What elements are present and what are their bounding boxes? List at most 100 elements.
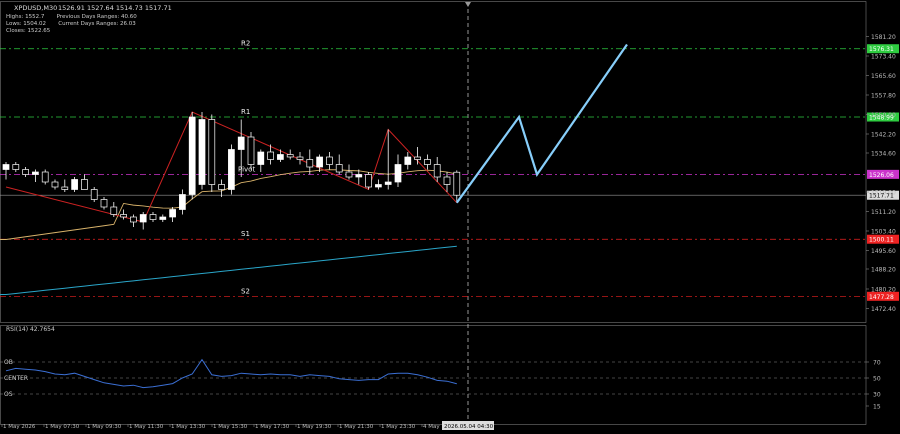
candle-body <box>316 156 323 168</box>
level-name-s2: S2 <box>241 287 250 295</box>
price-tick-label: 1534.60 <box>871 151 896 158</box>
candle-body <box>443 176 451 185</box>
candle-body <box>71 179 78 190</box>
level-price-label-s2: 1477.28 <box>869 294 894 301</box>
level-name-r1: R1 <box>241 108 250 116</box>
time-tick-label: 1 May 19:30 <box>297 424 332 430</box>
candle-body <box>41 171 49 183</box>
rsi-level-label-os: OS <box>4 391 13 398</box>
rsi-tick-label: 15 <box>873 404 881 411</box>
price-tick-label: 1581.20 <box>871 34 896 41</box>
candle-body <box>277 154 284 160</box>
time-tick-label: 1 May 2026 <box>3 424 36 430</box>
time-tick-label: 1 May 11:30 <box>129 424 164 430</box>
level-price-label-s1: 1500.11 <box>869 237 894 244</box>
chart-canvas[interactable]: R2R1PivotS1S2 1576.311548.991526.061500.… <box>0 0 900 434</box>
current-time-marker <box>465 2 471 7</box>
level-price-label-pivot: 1526.06 <box>869 172 894 179</box>
candle-body <box>110 206 118 215</box>
rsi-tick-label: 30 <box>873 392 881 399</box>
price-tick-label: 1542.20 <box>871 132 896 139</box>
candle-body <box>345 171 353 178</box>
time-tick-label: 1 May 13:30 <box>171 424 206 430</box>
candle-body <box>424 159 431 165</box>
candle-body <box>81 179 88 190</box>
candle-body <box>326 156 333 165</box>
rsi-panel: OB CENTER OS 70 50 30 15 <box>0 358 881 411</box>
time-tick-label: 1 May 17:30 <box>255 424 290 430</box>
candle-body <box>414 156 421 160</box>
rsi-level-label-ob: OB <box>4 359 13 366</box>
price-tick-label: 1550.00 <box>871 112 896 119</box>
candle-body <box>12 164 20 170</box>
candle-body <box>247 136 255 165</box>
candle-body <box>218 184 225 190</box>
rsi-plot-frame <box>0 325 867 425</box>
candle-body <box>159 216 167 220</box>
candle-body <box>130 216 137 223</box>
price-tick-label: 1519.00 <box>871 190 896 197</box>
forecast-projection-line <box>455 43 628 204</box>
time-axis: 1 May 2026 1 May 07:30 1 May 09:30 1 May 11… <box>1 421 494 430</box>
candle-body <box>335 164 343 173</box>
candle-body <box>433 164 441 178</box>
current-time-label: 2026.05.04 04:30 <box>444 424 494 430</box>
time-tick-label: 1 May 09:30 <box>87 424 122 430</box>
time-tick-label: 1 May 07:30 <box>45 424 80 430</box>
price-tick-label: 1495.60 <box>871 248 896 255</box>
time-tick-label: 1 May 15:30 <box>213 424 248 430</box>
rsi-tick-label: 70 <box>873 360 881 367</box>
candle-body <box>149 214 157 220</box>
candle-body <box>179 194 186 210</box>
level-name-r2: R2 <box>241 40 250 48</box>
pivot-levels-layer: R2 R1 Pivot S1 S2 <box>0 40 866 297</box>
candle-body <box>51 181 59 188</box>
candle-body <box>2 164 10 170</box>
level-name-pivot: Pivot <box>238 165 255 173</box>
candle-body <box>90 189 98 200</box>
price-tick-label: 1488.20 <box>871 267 896 274</box>
price-tick-label: 1511.20 <box>871 209 896 216</box>
candle-body <box>365 174 372 188</box>
rsi-title: RSI(14) 42.7654 <box>6 326 55 333</box>
candle-body <box>384 181 392 185</box>
price-tick-label: 1503.40 <box>871 229 896 236</box>
candle-body <box>286 154 294 158</box>
candle-body <box>394 164 402 183</box>
chart-info-closes: Closes: 1522.65 <box>6 28 51 34</box>
time-tick-label: 1 May 21:30 <box>339 424 374 430</box>
candle-body <box>267 151 274 160</box>
chart-symbol: XPDUSD,M30 <box>14 4 57 12</box>
candle-body <box>237 136 245 150</box>
candle-body <box>198 119 206 185</box>
candle-body <box>208 119 216 185</box>
candle-body <box>228 149 235 190</box>
candle-body <box>120 214 127 218</box>
candle-body <box>32 171 39 175</box>
rsi-tick-label: 50 <box>873 376 881 383</box>
level-name-s1: S1 <box>241 230 250 238</box>
chart-info-highs: Highs: 1552.7 Previous Days Ranges: 40.6… <box>6 14 137 20</box>
rsi-line <box>5 358 457 389</box>
candle-body <box>453 171 461 196</box>
candle-body <box>169 209 176 218</box>
level-price-label-r2: 1576.31 <box>869 46 894 53</box>
candle-body <box>257 151 265 165</box>
candle-body <box>22 169 29 175</box>
candle-body <box>404 156 412 165</box>
grid-layer <box>0 1 867 425</box>
price-tick-label: 1472.40 <box>871 306 896 313</box>
rsi-level-label-center: CENTER <box>4 375 28 382</box>
candle-body <box>61 186 69 190</box>
candle-body <box>100 199 108 208</box>
chart-ohlc: 1526.91 1527.64 1514.73 1517.71 <box>58 4 172 12</box>
candle-body <box>306 159 314 168</box>
candle-body <box>375 184 382 188</box>
forecast-layer <box>455 43 628 204</box>
main-plot-frame <box>0 1 867 323</box>
chart-info-lows: Lows: 1504.02 Current Days Ranges: 26.03 <box>6 21 136 27</box>
time-tick-label: 1 May 23:30 <box>381 424 416 430</box>
price-tick-label: 1480.20 <box>871 287 896 294</box>
price-axis: 1576.311548.991526.061500.111477.281517.… <box>866 34 899 313</box>
candle-body <box>296 156 304 160</box>
